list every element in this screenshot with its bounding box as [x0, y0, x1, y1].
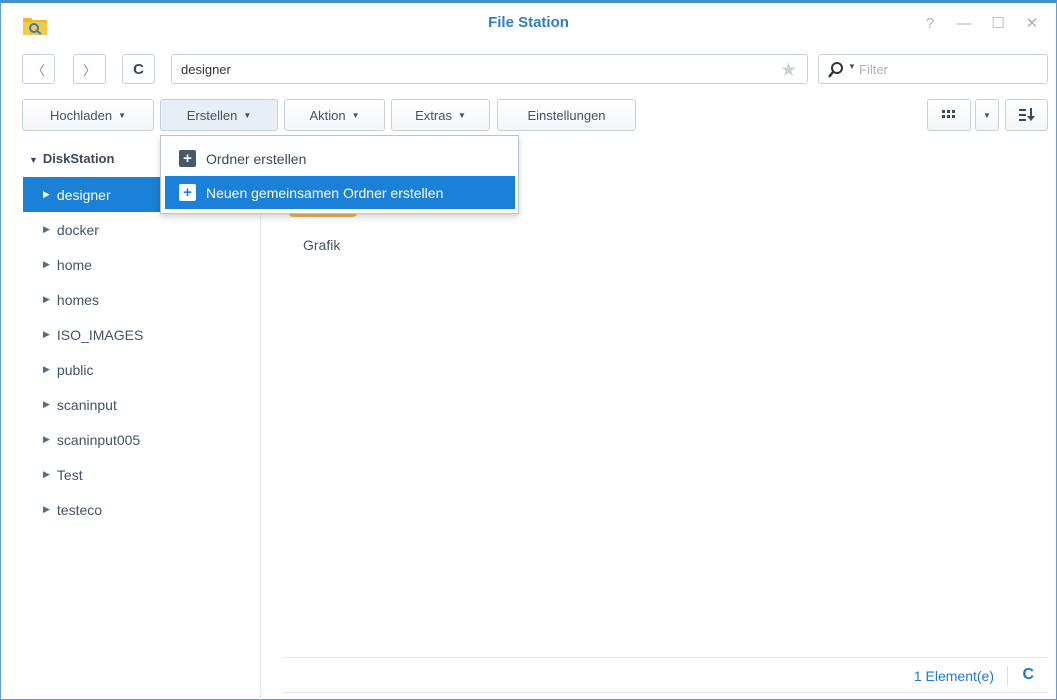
status-divider [1007, 666, 1008, 686]
chevron-down-icon: ▼ [118, 110, 127, 120]
action-button[interactable]: Aktion ▼ [284, 99, 385, 131]
folder-tree: ▼ DiskStation ▶ designer ▶ docker ▶ home ▶ ho… [1, 139, 261, 700]
title-bar: File Station ? — ☐ ✕ [1, 3, 1056, 41]
tree-item-label: designer [56, 186, 111, 203]
upload-label: Hochladen [49, 107, 113, 123]
extras-label: Extras [415, 107, 452, 123]
chevron-left-icon: 〈 [31, 62, 45, 78]
tree-item-home[interactable]: ▶ home [23, 247, 261, 282]
upload-button[interactable]: Hochladen ▼ [22, 99, 154, 131]
tree-item-label: public [56, 361, 94, 378]
tree-item-docker[interactable]: ▶ docker [23, 212, 261, 247]
forward-button[interactable]: 〉 [73, 54, 106, 84]
caret-right-icon: ▶ [43, 259, 50, 269]
tree-item-scaninput[interactable]: ▶ scaninput [23, 387, 261, 422]
view-mode-button[interactable] [927, 99, 971, 131]
refresh-icon[interactable]: C [1022, 666, 1034, 684]
tree-root-label: DiskStation [42, 151, 115, 166]
tree-item-label: scaninput005 [56, 431, 141, 448]
maximize-icon[interactable]: ☐ [982, 13, 1014, 33]
menu-item-create-folder[interactable]: + Ordner erstellen [165, 142, 515, 175]
file-station-window: File Station ? — ☐ ✕ 〈 〉 C designer ★ ▼ … [0, 0, 1057, 700]
back-button[interactable]: 〈 [22, 54, 55, 84]
settings-label: Einstellungen [527, 107, 606, 123]
search-icon [828, 62, 843, 78]
tree-item-label: scaninput [56, 396, 117, 413]
tree-item-iso-images[interactable]: ▶ ISO_IMAGES [23, 317, 261, 352]
tree-item-label: homes [56, 291, 99, 308]
tree-item-label: home [56, 256, 92, 273]
tree-item-label: testeco [56, 501, 103, 518]
filter-placeholder: Filter [859, 62, 888, 77]
status-bar: 1 Element(e) C [283, 657, 1048, 693]
star-icon[interactable]: ★ [780, 59, 797, 82]
chevron-down-icon: ▼ [457, 110, 466, 120]
sort-button[interactable] [1005, 99, 1048, 131]
sort-icon [1018, 108, 1035, 121]
plus-icon: + [179, 184, 196, 201]
menu-item-create-shared-folder[interactable]: + Neuen gemeinsamen Ordner erstellen [165, 176, 515, 209]
tree-item-homes[interactable]: ▶ homes [23, 282, 261, 317]
caret-right-icon: ▶ [43, 364, 50, 374]
tree-item-label: docker [56, 221, 99, 238]
tree-item-label: ISO_IMAGES [56, 326, 144, 343]
grid-view-icon [942, 110, 955, 118]
address-path: designer [181, 62, 231, 77]
chevron-down-icon[interactable]: ▼ [848, 62, 856, 71]
window-controls: ? — ☐ ✕ [914, 13, 1048, 33]
create-menu: + Ordner erstellen + Neuen gemeinsamen Ord… [160, 135, 519, 214]
caret-right-icon: ▶ [43, 469, 50, 479]
caret-right-icon: ▶ [43, 399, 50, 409]
create-label: Erstellen [186, 107, 238, 123]
create-button[interactable]: Erstellen ▼ [160, 99, 278, 131]
tree-item-testeco[interactable]: ▶ testeco [23, 492, 261, 527]
refresh-button[interactable]: C [122, 54, 155, 84]
caret-down-icon: ▼ [29, 155, 38, 165]
tree-item-scaninput005[interactable]: ▶ scaninput005 [23, 422, 261, 457]
window-title: File Station [488, 14, 569, 31]
minimize-icon[interactable]: — [948, 13, 980, 33]
close-icon[interactable]: ✕ [1016, 13, 1048, 33]
tree-root[interactable]: ▼ DiskStation [29, 151, 114, 166]
extras-button[interactable]: Extras ▼ [391, 99, 490, 131]
tree-item-label: Test [56, 466, 83, 483]
help-icon[interactable]: ? [914, 13, 946, 33]
caret-right-icon: ▶ [43, 434, 50, 444]
menu-item-label: Neuen gemeinsamen Ordner erstellen [206, 184, 444, 201]
chevron-down-icon: ▼ [351, 110, 360, 120]
refresh-icon: C [133, 60, 144, 78]
tree-item-test[interactable]: ▶ Test [23, 457, 261, 492]
caret-right-icon: ▶ [43, 504, 50, 514]
caret-right-icon: ▶ [43, 294, 50, 304]
caret-right-icon: ▶ [43, 329, 50, 339]
menu-item-label: Ordner erstellen [206, 150, 307, 167]
chevron-down-icon: ▼ [983, 110, 991, 120]
chevron-down-icon: ▼ [243, 110, 252, 120]
filter-input[interactable]: ▼ Filter [818, 54, 1048, 84]
tree-item-public[interactable]: ▶ public [23, 352, 261, 387]
settings-button[interactable]: Einstellungen [497, 99, 636, 131]
chevron-right-icon: 〉 [82, 62, 96, 78]
caret-right-icon: ▶ [43, 224, 50, 234]
view-mode-dropdown[interactable]: ▼ [975, 99, 999, 131]
action-label: Aktion [309, 107, 346, 123]
plus-icon: + [179, 150, 196, 167]
caret-right-icon: ▶ [43, 189, 50, 199]
address-bar[interactable]: designer ★ [171, 54, 808, 84]
file-item-label[interactable]: Grafik [303, 237, 340, 253]
item-count: 1 Element(e) [913, 668, 994, 684]
